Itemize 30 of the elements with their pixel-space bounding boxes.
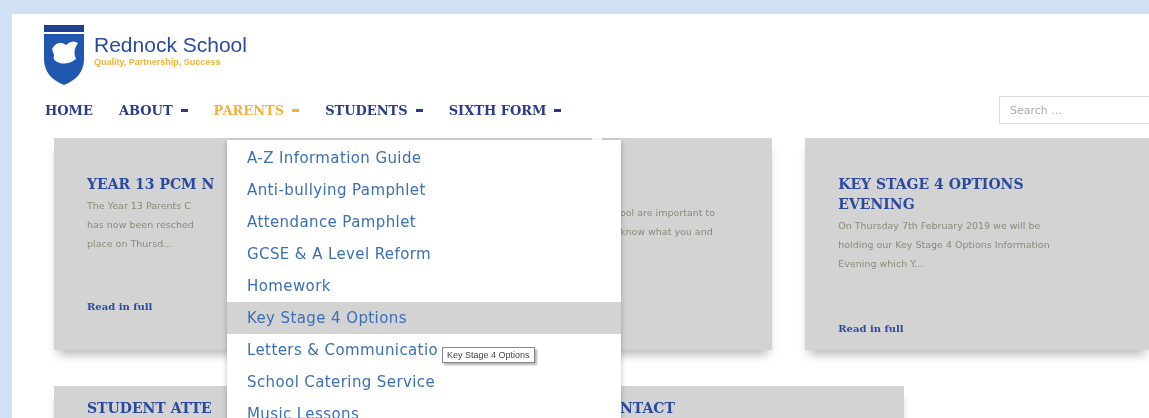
search-field[interactable]: Search ... <box>999 96 1149 124</box>
nav-link[interactable]: STUDENTS <box>325 102 423 118</box>
card-title: KEY STAGE 4 OPTIONS EVENING <box>838 175 1024 214</box>
card-excerpt: ool are important to know what you and <box>619 206 716 239</box>
shield-logo-icon <box>42 25 86 85</box>
menu-item[interactable]: Letters & Communicatio <box>247 341 439 359</box>
card-title: STUDENT ATTE <box>87 399 212 418</box>
card-title: YEAR 13 PCM N <box>87 175 215 194</box>
menu-item[interactable]: School Catering Service <box>247 373 436 391</box>
school-name: Rednock School <box>94 33 247 57</box>
school-tagline: Quality, Partnership, Success <box>94 57 222 67</box>
menu-item[interactable]: Key Stage 4 Options <box>247 309 407 327</box>
caret-icon <box>415 108 423 112</box>
card-title: NTACT <box>620 399 675 418</box>
card-excerpt: The Year 13 Parents C has now been resched place on Thursd... <box>87 199 194 251</box>
tooltip: Key Stage 4 Options <box>442 347 535 363</box>
caret-icon <box>292 108 300 112</box>
caret-icon <box>180 108 188 112</box>
menu-item[interactable]: Attendance Pamphlet <box>247 213 417 231</box>
caret-icon <box>554 108 562 112</box>
nav-link[interactable]: ABOUT <box>118 102 188 118</box>
menu-item[interactable]: Homework <box>247 277 331 295</box>
menu-item[interactable]: A-Z Information Guide <box>247 149 422 167</box>
card-excerpt: On Thursday 7th February 2019 we will be holding our Key Stage 4 Options Information Evening which Y... <box>838 219 1050 271</box>
menu-item[interactable]: Anti-bullying Pamphlet <box>247 181 426 199</box>
nav-link[interactable]: SIXTH FORM <box>448 102 562 118</box>
read-more-link[interactable]: Read in full <box>838 323 904 334</box>
menu-item[interactable]: GCSE & A Level Reform <box>247 245 432 263</box>
nav-link[interactable]: HOME <box>45 102 93 118</box>
read-more-link[interactable]: Read in full <box>87 301 153 312</box>
